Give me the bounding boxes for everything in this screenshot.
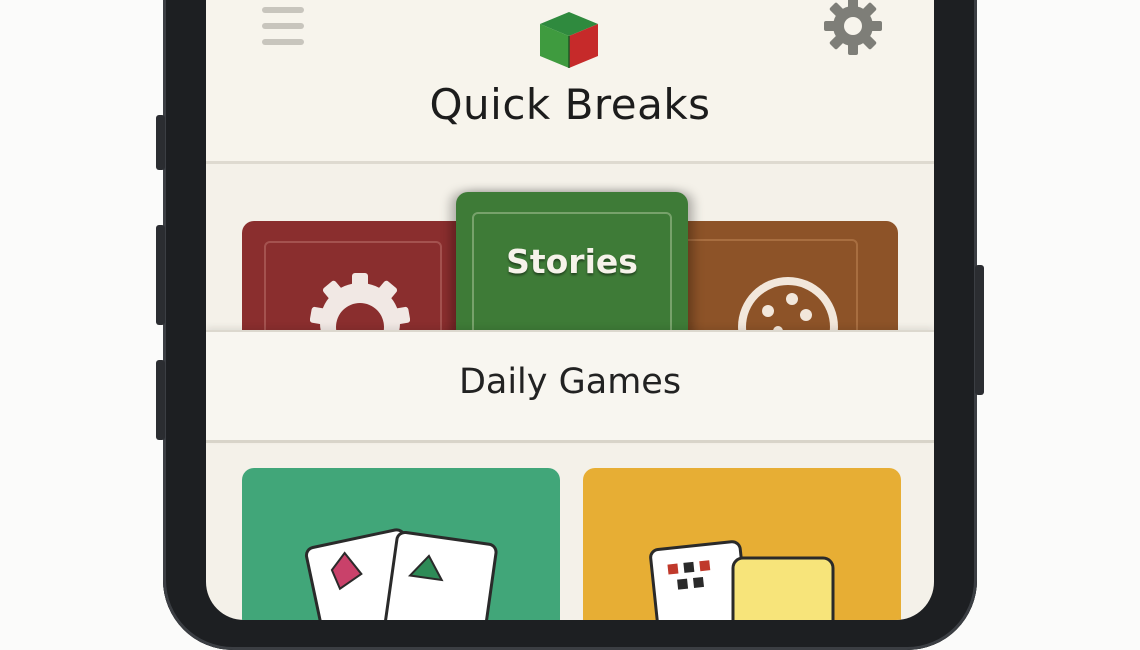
- category-carousel: Stories: [206, 164, 934, 371]
- cube-logo-icon: [540, 12, 598, 68]
- dice-board-icon: [649, 540, 835, 620]
- category-card-label: Stories: [506, 242, 638, 281]
- volume-down-button: [156, 225, 165, 325]
- volume-up-button: [156, 115, 165, 170]
- app-header: Quick Breaks: [206, 0, 934, 164]
- section-title: Daily Games: [458, 362, 682, 402]
- app-title: Quick Breaks: [429, 80, 711, 129]
- playing-cards-icon: [304, 528, 498, 620]
- game-tile-board[interactable]: [583, 468, 901, 620]
- section-header: Daily Games: [206, 330, 934, 443]
- game-tile-cards[interactable]: [242, 468, 560, 620]
- hamburger-menu-icon[interactable]: [262, 7, 304, 47]
- gear-icon[interactable]: [822, 0, 884, 57]
- phone-screen: Quick Breaks Stories Daily Games: [206, 0, 934, 620]
- power-button: [975, 265, 984, 395]
- side-button-lower: [156, 360, 165, 440]
